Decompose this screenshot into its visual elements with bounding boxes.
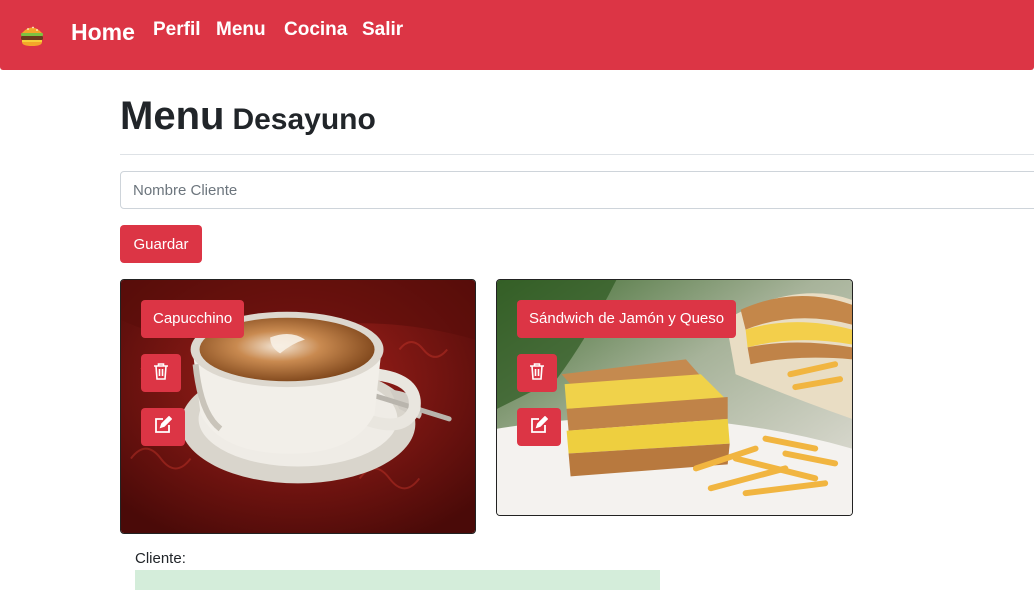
navbar: Home Perfil Menu Cocina Salir — [0, 0, 1034, 70]
edit-item-button[interactable] — [141, 408, 185, 446]
delete-item-button[interactable] — [517, 354, 557, 392]
menu-item-card: Sándwich de Jamón y Queso — [496, 279, 853, 516]
nav-salir-link[interactable]: Salir — [362, 19, 403, 41]
edit-icon — [530, 415, 549, 439]
menu-item-name[interactable]: Sándwich de Jamón y Queso — [517, 300, 737, 338]
nav-cocina-link[interactable]: Cocina — [284, 19, 347, 41]
nav-menu-link[interactable]: Menu — [216, 19, 266, 41]
order-client-label: Cliente: — [135, 550, 186, 567]
divider — [120, 154, 1034, 155]
page-title: Menu Desayuno — [120, 94, 376, 139]
page-title-main: Menu — [120, 94, 225, 138]
nav-perfil-link[interactable]: Perfil — [153, 19, 201, 41]
edit-item-button[interactable] — [517, 408, 561, 446]
nav-home-link[interactable]: Home — [71, 19, 135, 46]
trash-icon — [153, 362, 169, 385]
trash-icon — [529, 362, 545, 385]
page-subtitle: Desayuno — [232, 103, 376, 136]
delete-item-button[interactable] — [141, 354, 181, 392]
edit-icon — [154, 415, 173, 439]
menu-item-name[interactable]: Capucchino — [141, 300, 245, 338]
menu-item-card: Capucchino — [120, 279, 476, 534]
order-summary-box — [135, 570, 660, 590]
burger-icon[interactable] — [19, 23, 45, 47]
save-button[interactable]: Guardar — [120, 225, 202, 263]
client-name-input[interactable] — [120, 171, 1034, 209]
